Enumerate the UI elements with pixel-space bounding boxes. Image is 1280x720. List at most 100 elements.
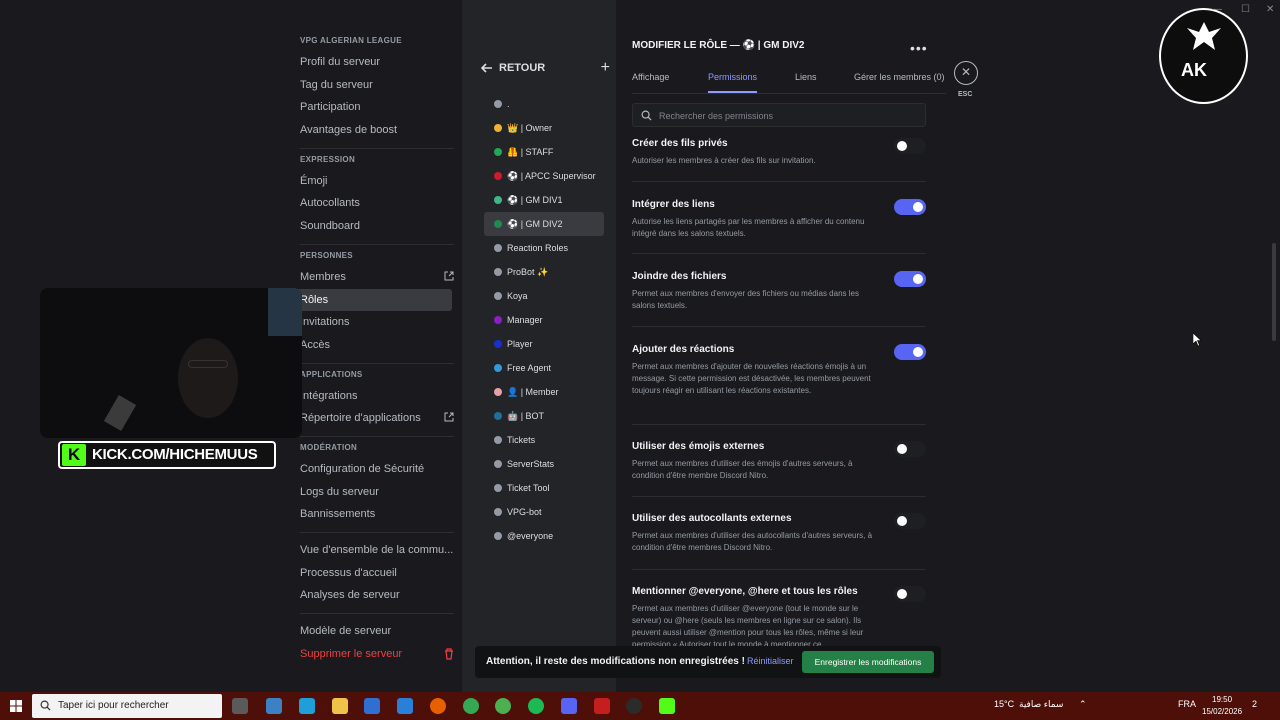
nav-item[interactable]: Répertoire d'applications — [292, 407, 462, 430]
firefox-icon[interactable] — [430, 698, 446, 714]
server-settings-nav: VPG ALGERIAN LEAGUE Profil du serveur Tag … — [292, 30, 462, 665]
nav-item[interactable]: Invitations — [292, 311, 462, 334]
discord-app: VPG ALGERIAN LEAGUE Profil du serveur Tag … — [0, 0, 1280, 692]
role-item[interactable]: 👤 | Member — [484, 380, 604, 404]
search-input[interactable] — [659, 108, 909, 123]
scrollbar[interactable] — [1272, 243, 1276, 341]
save-changes-button[interactable]: Enregistrer les modifications — [802, 651, 934, 673]
permission-description: Autoriser les membres à créer des fils s… — [632, 156, 816, 165]
nav-divider — [300, 435, 454, 437]
nav-item[interactable]: Émoji — [292, 170, 462, 193]
nav-item[interactable]: Configuration de Sécurité — [292, 458, 462, 481]
role-item[interactable]: Manager — [484, 308, 604, 332]
role-item[interactable]: ⚽ | GM DIV1 — [484, 188, 604, 212]
permission-search[interactable] — [632, 103, 926, 127]
permission-toggle[interactable] — [894, 138, 926, 154]
tab-manage-members[interactable]: Gérer les membres (0) — [854, 72, 945, 93]
nav-item[interactable]: Intégrations — [292, 385, 462, 408]
nav-item[interactable]: Soundboard — [292, 215, 462, 238]
close-button[interactable]: ✕ — [954, 61, 978, 85]
role-item[interactable]: ProBot ✨ — [484, 260, 604, 284]
discord-icon[interactable] — [561, 698, 577, 714]
server-template-item[interactable]: Modèle de serveur — [292, 620, 462, 643]
role-item[interactable]: 🤖 | BOT — [484, 404, 604, 428]
taskbar-search[interactable]: Taper ici pour rechercher — [32, 694, 222, 718]
role-tabs: Affichage Permissions Liens Gérer les me… — [632, 72, 946, 94]
role-item[interactable]: ⚽ | APCC Supervisor — [484, 164, 604, 188]
permission-title: Utiliser des autocollants externes — [632, 513, 792, 524]
edit-role-pane: MODIFIER LE RÔLE — ⚽ | GM DIV2 ••• Affic… — [616, 0, 1280, 692]
tab-display[interactable]: Affichage — [632, 72, 669, 93]
role-item[interactable]: ServerStats — [484, 452, 604, 476]
role-item[interactable]: 👑 | Owner — [484, 116, 604, 140]
language-indicator[interactable]: FRA — [1178, 699, 1196, 709]
back-arrow-icon[interactable] — [480, 61, 494, 75]
file-explorer-icon[interactable] — [332, 698, 348, 714]
nav-item-label: Soundboard — [300, 220, 360, 233]
role-item[interactable]: Reaction Roles — [484, 236, 604, 260]
more-options-icon[interactable]: ••• — [910, 40, 928, 56]
nav-item[interactable]: Accès — [292, 334, 462, 357]
nav-item-label: Profil du serveur — [300, 56, 381, 68]
role-item[interactable]: 🦺 | STAFF — [484, 140, 604, 164]
store-icon[interactable] — [364, 698, 380, 714]
permission-toggle[interactable] — [894, 271, 926, 287]
close-window-icon[interactable]: ✕ — [1266, 4, 1274, 15]
kick-url: KICK.COM/HICHEMUUS — [92, 446, 258, 463]
delete-server-button[interactable]: Supprimer le serveur — [292, 643, 462, 666]
permission-toggle[interactable] — [894, 199, 926, 215]
role-item[interactable]: VPG-bot — [484, 500, 604, 524]
back-button[interactable]: RETOUR — [499, 62, 545, 74]
spotify-icon[interactable] — [528, 698, 544, 714]
task-view-icon[interactable] — [232, 698, 248, 714]
role-item[interactable]: Player — [484, 332, 604, 356]
nav-item[interactable]: Avantages de boost — [292, 119, 462, 142]
role-item[interactable]: Tickets — [484, 428, 604, 452]
clock-time[interactable]: 19:50 — [1212, 695, 1232, 704]
role-label: Ticket Tool — [507, 483, 550, 493]
minimize-icon[interactable]: — — [1212, 4, 1222, 15]
nav-item[interactable]: Participation — [292, 96, 462, 119]
role-item[interactable]: Ticket Tool — [484, 476, 604, 500]
nav-item[interactable]: Processus d'accueil — [292, 562, 462, 585]
mcafee-icon[interactable] — [594, 698, 610, 714]
permission-toggle[interactable] — [894, 513, 926, 529]
maximize-icon[interactable]: ☐ — [1241, 4, 1250, 15]
nav-item[interactable]: Membres — [292, 266, 462, 289]
obs-icon[interactable] — [626, 698, 642, 714]
permission-description: Autorise les liens partagés par les memb… — [632, 217, 865, 238]
nav-item[interactable]: Logs du serveur — [292, 481, 462, 504]
clock-date[interactable]: 15/02/2026 — [1202, 707, 1242, 716]
nav-item[interactable]: Vue d'ensemble de la commu... — [292, 539, 462, 562]
nav-item[interactable]: Tag du serveur — [292, 74, 462, 97]
tray-chevron-icon[interactable]: ⌃ — [1079, 699, 1087, 710]
chrome-icon[interactable] — [463, 698, 479, 714]
role-item[interactable]: @everyone — [484, 524, 604, 548]
copilot-icon[interactable] — [266, 698, 282, 714]
role-item[interactable]: ⚽ | GM DIV2 — [484, 212, 604, 236]
notification-badge[interactable]: 2 — [1252, 699, 1257, 709]
role-color-dot — [494, 244, 502, 252]
kick-app-icon[interactable] — [659, 698, 675, 714]
utorrent-icon[interactable] — [495, 698, 511, 714]
edge-icon[interactable] — [299, 698, 315, 714]
reset-button[interactable]: Réinitialiser — [747, 656, 794, 666]
nav-item[interactable]: Bannissements — [292, 503, 462, 526]
role-item[interactable]: Free Agent — [484, 356, 604, 380]
permission-divider — [632, 424, 926, 425]
mail-icon[interactable] — [397, 698, 413, 714]
permission-toggle[interactable] — [894, 441, 926, 457]
role-item[interactable]: . — [484, 92, 604, 116]
nav-item[interactable]: Analyses de serveur — [292, 584, 462, 607]
nav-item[interactable]: Autocollants — [292, 192, 462, 215]
tab-links[interactable]: Liens — [795, 72, 817, 93]
role-label: Tickets — [507, 435, 536, 445]
nav-item[interactable]: Profil du serveur — [292, 51, 462, 74]
nav-item[interactable]: Rôles — [292, 288, 452, 312]
permission-toggle[interactable] — [894, 586, 926, 602]
role-item[interactable]: Koya — [484, 284, 604, 308]
tab-permissions[interactable]: Permissions — [708, 72, 758, 93]
add-role-button[interactable]: + — [601, 60, 610, 76]
windows-start-icon[interactable] — [10, 700, 22, 712]
permission-toggle[interactable] — [894, 344, 926, 360]
